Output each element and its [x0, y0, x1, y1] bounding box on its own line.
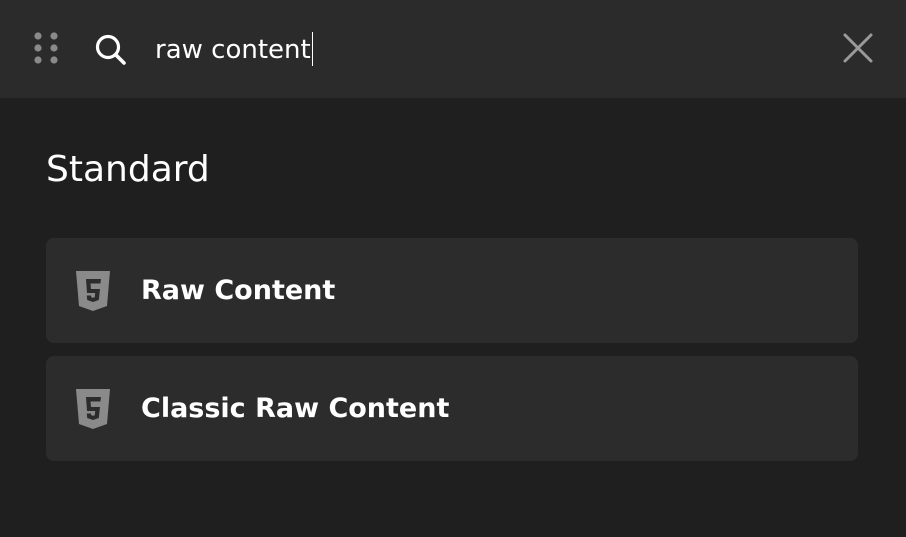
result-item-classic-raw-content[interactable]: Classic Raw Content: [46, 356, 858, 461]
html5-icon: [74, 388, 112, 430]
html5-icon: [74, 270, 112, 312]
drag-handle-icon[interactable]: [34, 32, 58, 64]
search-panel: raw content Standard Raw Content Classic…: [0, 0, 906, 537]
result-item-label: Classic Raw Content: [141, 393, 450, 424]
section-title: Standard: [46, 149, 210, 190]
close-icon: [843, 33, 873, 63]
close-button[interactable]: [840, 30, 876, 66]
search-bar: raw content: [0, 0, 906, 98]
search-input[interactable]: [155, 28, 755, 72]
result-item-label: Raw Content: [141, 275, 336, 306]
result-item-raw-content[interactable]: Raw Content: [46, 238, 858, 343]
search-icon: [94, 33, 128, 67]
